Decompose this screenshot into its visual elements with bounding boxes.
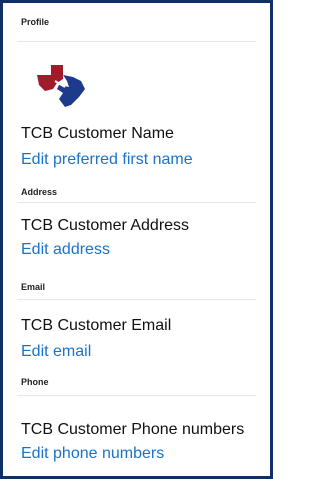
edit-email-link[interactable]: Edit email: [21, 343, 91, 361]
customer-name: TCB Customer Name: [21, 125, 174, 142]
edit-address-link[interactable]: Edit address: [21, 241, 110, 259]
profile-section-label: Profile: [21, 17, 50, 27]
edit-preferred-first-name-link[interactable]: Edit preferred first name: [21, 151, 193, 169]
address-section-label: Address: [21, 187, 58, 197]
profile-panel: Profile TCB Customer Name Edit preferred…: [0, 0, 273, 479]
phone-divider: [17, 395, 256, 396]
profile-divider: [17, 41, 256, 42]
customer-phone-numbers: TCB Customer Phone numbers: [21, 421, 245, 438]
customer-address: TCB Customer Address: [21, 217, 190, 234]
texas-map-logo-icon: [37, 65, 85, 107]
email-section-label: Email: [21, 282, 46, 292]
email-divider: [17, 299, 256, 300]
customer-email: TCB Customer Email: [21, 317, 172, 334]
address-divider: [17, 202, 256, 203]
phone-section-label: Phone: [21, 377, 49, 387]
edit-phone-numbers-link[interactable]: Edit phone numbers: [21, 445, 164, 463]
